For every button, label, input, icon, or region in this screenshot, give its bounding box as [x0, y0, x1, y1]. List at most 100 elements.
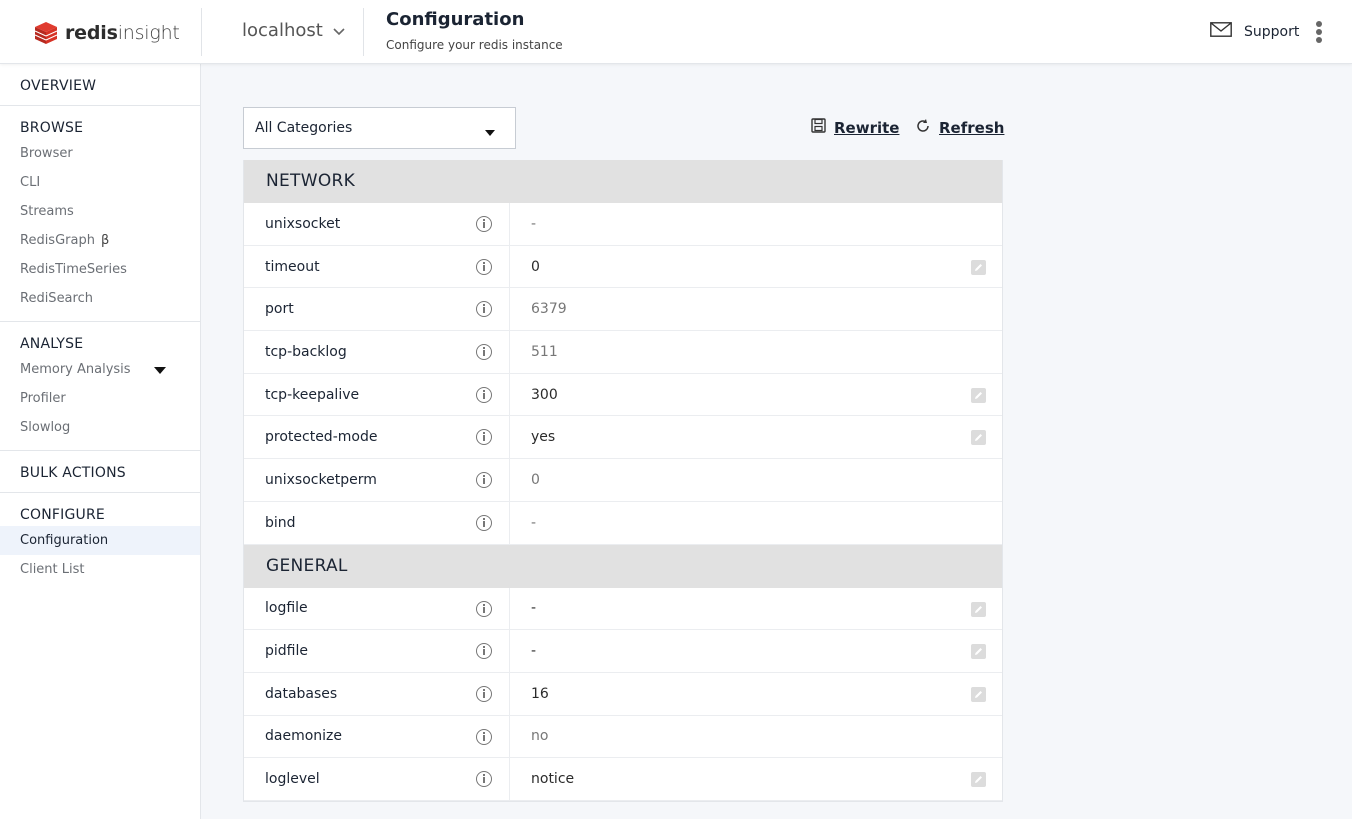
sidebar-item-redisearch[interactable]: RediSearch — [0, 284, 200, 313]
info-icon[interactable] — [476, 344, 492, 361]
config-name: unixsocket — [265, 215, 341, 232]
top-header: redisinsight localhost Configuration Con… — [0, 0, 1352, 64]
info-icon[interactable] — [476, 728, 492, 745]
info-icon[interactable] — [476, 386, 492, 403]
rewrite-button[interactable]: Rewrite — [811, 118, 899, 137]
sidebar-analyse-section: ANALYSE Memory Analysis Profiler Slowlog — [0, 322, 200, 451]
support-link[interactable]: Support — [1210, 22, 1299, 41]
config-name: tcp-keepalive — [265, 386, 360, 403]
sidebar-item-slowlog[interactable]: Slowlog — [0, 413, 200, 442]
caret-down-icon — [485, 130, 495, 136]
config-name-cell: logfile — [244, 587, 510, 630]
info-icon[interactable] — [476, 258, 492, 275]
config-name-cell: daemonize — [244, 715, 510, 758]
table-row: unixsocket - — [244, 203, 1002, 246]
info-icon[interactable] — [476, 472, 492, 489]
edit-icon[interactable] — [971, 772, 986, 788]
config-value-cell: - — [510, 203, 1002, 245]
config-name: daemonize — [265, 728, 343, 745]
refresh-icon — [915, 118, 931, 138]
info-icon[interactable] — [476, 514, 492, 531]
config-name-cell: loglevel — [244, 758, 510, 800]
refresh-label: Refresh — [939, 119, 1005, 137]
info-icon[interactable] — [476, 600, 492, 617]
sidebar-item-client-list[interactable]: Client List — [0, 555, 200, 584]
support-label: Support — [1244, 23, 1300, 40]
config-value-cell: 511 — [510, 331, 1002, 373]
config-value-cell: - — [510, 502, 1002, 544]
sidebar-item-redistimeseries[interactable]: RedisTimeSeries — [0, 255, 200, 284]
config-name-cell: databases — [244, 672, 510, 715]
page-subtitle: Configure your redis instance — [386, 38, 563, 52]
info-icon[interactable] — [476, 771, 492, 788]
info-icon[interactable] — [476, 301, 492, 318]
config-value-cell[interactable]: 300 — [510, 374, 1002, 416]
table-row: databases 16 — [244, 672, 1002, 716]
table-row: unixsocketperm 0 — [244, 459, 1002, 502]
logo-text: redisinsight — [65, 22, 180, 44]
table-row: bind - — [244, 501, 1002, 545]
config-value-cell: 0 — [510, 459, 1002, 501]
sidebar-item-browser[interactable]: Browser — [0, 139, 200, 168]
caret-down-icon[interactable] — [154, 367, 166, 374]
config-name: timeout — [265, 258, 320, 275]
sidebar-item-profiler[interactable]: Profiler — [0, 384, 200, 413]
host-selector[interactable]: localhost — [242, 20, 345, 41]
chevron-down-icon — [333, 20, 345, 41]
config-value: - — [531, 643, 537, 660]
sidebar-item-configuration[interactable]: Configuration — [0, 526, 200, 555]
sidebar-item-cli[interactable]: CLI — [0, 168, 200, 197]
info-icon[interactable] — [476, 685, 492, 702]
config-value: no — [531, 728, 549, 745]
category-select[interactable]: All Categories — [243, 107, 516, 149]
sidebar-item-memory-analysis[interactable]: Memory Analysis — [0, 355, 200, 384]
sidebar-item-redisgraph[interactable]: RedisGraph β — [0, 226, 200, 255]
config-value-cell[interactable]: - — [510, 630, 1002, 672]
config-value-cell[interactable]: 0 — [510, 246, 1002, 288]
config-value-cell[interactable]: 16 — [510, 673, 1002, 715]
sidebar-heading-analyse[interactable]: ANALYSE — [0, 334, 200, 355]
sidebar-heading-configure[interactable]: CONFIGURE — [0, 505, 200, 526]
sidebar-item-label: Memory Analysis — [20, 362, 131, 377]
sidebar-item-label: RedisGraph — [20, 233, 95, 248]
config-value: 16 — [531, 685, 549, 702]
redis-cube-icon — [33, 21, 59, 45]
table-row: tcp-keepalive 300 — [244, 373, 1002, 417]
more-options-icon[interactable] — [1315, 21, 1323, 43]
sidebar-item-bulk-actions[interactable]: BULK ACTIONS — [0, 463, 200, 484]
edit-icon[interactable] — [971, 644, 986, 660]
config-value: 0 — [531, 258, 540, 275]
table-row: port 6379 — [244, 288, 1002, 332]
info-icon[interactable] — [476, 429, 492, 446]
edit-icon[interactable] — [971, 387, 986, 403]
redisinsight-logo[interactable]: redisinsight — [33, 20, 180, 46]
config-name-cell: unixsocket — [244, 203, 510, 245]
sidebar-heading-browse[interactable]: BROWSE — [0, 118, 200, 139]
category-select-value: All Categories — [255, 120, 353, 136]
table-row: timeout 0 — [244, 245, 1002, 289]
config-name-cell: bind — [244, 501, 510, 544]
refresh-button[interactable]: Refresh — [915, 118, 1004, 138]
sidebar-browse-section: BROWSE Browser CLI Streams RedisGraph β R… — [0, 106, 200, 322]
config-value: yes — [531, 429, 556, 446]
config-name: tcp-backlog — [265, 343, 347, 360]
config-value-cell[interactable]: notice — [510, 758, 1002, 800]
edit-icon[interactable] — [971, 259, 986, 275]
table-row: tcp-backlog 511 — [244, 331, 1002, 374]
config-value-cell: 6379 — [510, 288, 1002, 330]
edit-icon[interactable] — [971, 686, 986, 702]
sidebar-item-streams[interactable]: Streams — [0, 197, 200, 226]
table-row: loglevel notice — [244, 758, 1002, 801]
config-value-cell[interactable]: yes — [510, 416, 1002, 458]
config-value-cell: no — [510, 716, 1002, 758]
config-name: unixsocketperm — [265, 471, 377, 488]
config-value-cell[interactable]: - — [510, 588, 1002, 630]
edit-icon[interactable] — [971, 601, 986, 617]
beta-badge: β — [100, 233, 110, 248]
sidebar-item-overview[interactable]: OVERVIEW — [0, 76, 200, 97]
config-value: - — [531, 514, 537, 531]
info-icon[interactable] — [476, 643, 492, 660]
info-icon[interactable] — [476, 216, 492, 232]
edit-icon[interactable] — [971, 430, 986, 446]
table-row: pidfile - — [244, 630, 1002, 673]
